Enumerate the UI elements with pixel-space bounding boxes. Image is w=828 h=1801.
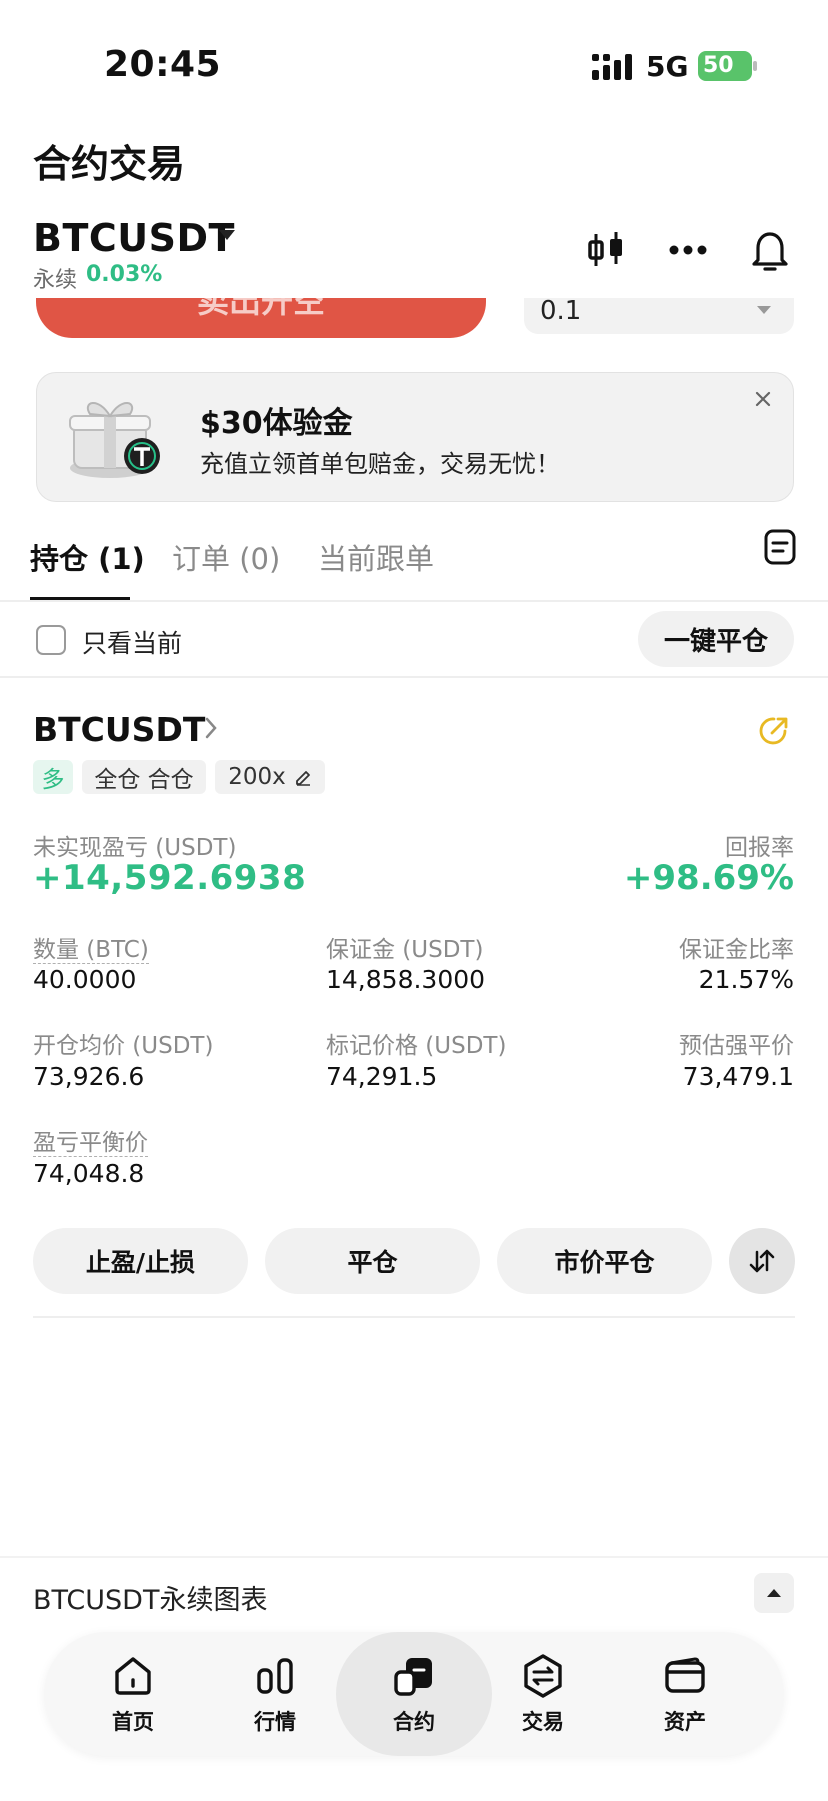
chevron-right-icon[interactable] (204, 716, 218, 740)
liq-price-label: 预估强平价 (679, 1033, 794, 1059)
roe-label: 回报率 (725, 835, 794, 861)
nav-market-label: 行情 (254, 1710, 296, 1734)
leverage-value: 200x (228, 764, 286, 790)
symbol-selector[interactable]: BTCUSDT (33, 216, 235, 260)
margin-ratio-label: 保证金比率 (679, 937, 794, 963)
margin-ratio-value: 21.57% (698, 965, 794, 994)
trade-icon (524, 1654, 562, 1698)
banner-subtitle: 充值立领首单包赔金，交易无忧！ (200, 450, 560, 478)
leverage-badge[interactable]: 200x (215, 760, 325, 794)
nav-assets[interactable]: 资产 (625, 1632, 745, 1756)
caret-down-icon[interactable] (218, 228, 236, 242)
market-close-button[interactable]: 市价平仓 (497, 1228, 712, 1294)
bottom-nav: 首页 行情 合约 交易 资产 (44, 1632, 784, 1756)
page-title: 合约交易 (33, 142, 186, 186)
signal-icon (592, 54, 632, 80)
nav-trade-label: 交易 (522, 1710, 564, 1734)
tab-copy-trading[interactable]: 当前跟单 (318, 536, 434, 578)
tp-sl-button[interactable]: 止盈/止损 (33, 1228, 248, 1294)
perpetual-label: 永续 (33, 268, 78, 293)
tab-positions[interactable]: 持仓 (1) (30, 536, 145, 578)
market-icon (257, 1658, 293, 1694)
close-icon[interactable] (752, 388, 774, 410)
position-symbol[interactable]: BTCUSDT (33, 710, 205, 749)
bell-icon[interactable] (744, 224, 796, 276)
home-icon (115, 1657, 151, 1695)
sell-short-label: 卖出开空 (196, 298, 325, 320)
battery-icon: 50 (698, 51, 758, 81)
nav-futures-label: 合约 (393, 1710, 435, 1734)
quantity-label[interactable]: 数量 (BTC) (33, 937, 149, 964)
quantity-value: 0.1 (540, 296, 582, 326)
price-change: 0.03% (86, 262, 163, 287)
entry-price-label: 开仓均价 (USDT) (33, 1033, 214, 1059)
chart-bar-label[interactable]: BTCUSDT永续图表 (33, 1578, 267, 1617)
network-label: 5G (646, 50, 689, 83)
card-divider (33, 1316, 795, 1318)
nav-assets-label: 资产 (664, 1710, 706, 1734)
wallet-icon (665, 1657, 705, 1693)
sell-short-button[interactable]: 卖出开空 (36, 298, 486, 338)
mark-price-label: 标记价格 (USDT) (326, 1033, 507, 1059)
only-current-label[interactable]: 只看当前 (82, 624, 182, 660)
pnl-value: +14,592.6938 (33, 858, 307, 898)
banner-title: $30体验金 (200, 406, 353, 441)
roe-value: +98.69% (623, 858, 794, 898)
nav-home[interactable]: 首页 (73, 1632, 193, 1756)
margin-mode-badge: 全仓 合仓 (82, 760, 206, 794)
candlestick-chart-icon[interactable] (580, 224, 632, 276)
margin-value: 14,858.3000 (326, 965, 486, 994)
tab-divider (0, 600, 828, 602)
edit-icon[interactable] (294, 768, 312, 786)
entry-price-value: 73,926.6 (33, 1062, 145, 1091)
nav-futures[interactable]: 合约 (336, 1632, 492, 1756)
quantity-field: 40.0000 (33, 965, 137, 994)
tab-orders[interactable]: 订单 (0) (172, 536, 280, 578)
caret-up-icon (767, 1589, 781, 1597)
filter-divider (0, 676, 828, 678)
nav-trade[interactable]: 交易 (483, 1632, 603, 1756)
more-icon[interactable] (662, 224, 714, 276)
gift-box-icon (69, 402, 160, 478)
pnl-label: 未实现盈亏 (USDT) (33, 835, 237, 861)
close-all-button[interactable]: 一键平仓 (638, 611, 794, 667)
side-badge: 多 (33, 760, 73, 794)
liq-price-value: 73,479.1 (682, 1062, 794, 1091)
chart-toggle-button[interactable] (754, 1573, 794, 1613)
battery-level: 50 (703, 53, 734, 78)
document-icon[interactable] (763, 528, 797, 566)
margin-label: 保证金 (USDT) (326, 937, 484, 963)
chart-bar-divider (0, 1556, 828, 1558)
share-icon[interactable] (757, 714, 791, 748)
breakeven-value: 74,048.8 (33, 1159, 145, 1188)
nav-market[interactable]: 行情 (215, 1632, 335, 1756)
reverse-position-button[interactable] (729, 1228, 795, 1294)
close-position-button[interactable]: 平仓 (265, 1228, 480, 1294)
status-time: 20:45 (104, 44, 222, 85)
swap-arrows-icon (749, 1249, 775, 1273)
quantity-caret-icon[interactable] (756, 304, 772, 316)
only-current-checkbox[interactable] (36, 625, 66, 655)
mark-price-value: 74,291.5 (326, 1062, 438, 1091)
breakeven-label[interactable]: 盈亏平衡价 (33, 1130, 148, 1157)
futures-icon (394, 1658, 432, 1696)
nav-home-label: 首页 (112, 1710, 154, 1734)
